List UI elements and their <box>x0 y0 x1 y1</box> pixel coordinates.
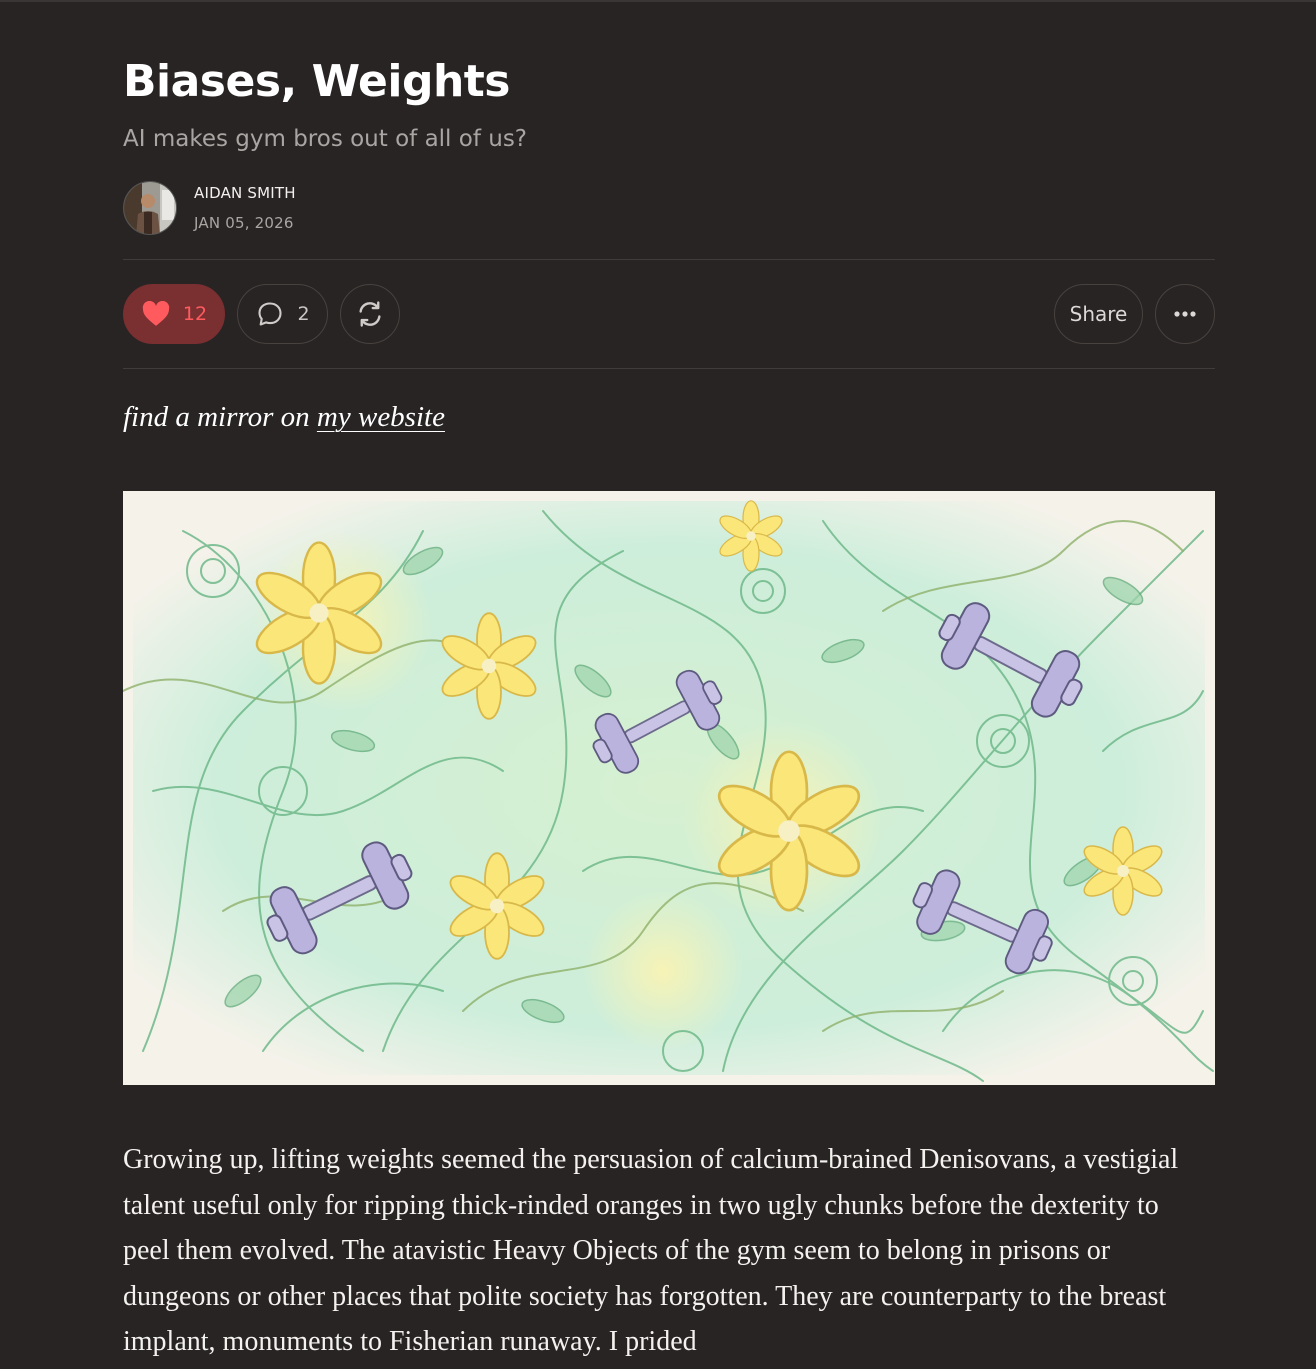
heart-icon <box>142 301 170 326</box>
comment-count: 2 <box>297 303 310 325</box>
post-subtitle: AI makes gym bros out of all of us? <box>123 126 528 152</box>
like-count: 12 <box>182 303 208 325</box>
body-paragraph: Growing up, lifting weights seemed the p… <box>123 1144 1179 1357</box>
website-link[interactable]: my website <box>317 401 445 433</box>
post-page: Biases, Weights AI makes gym bros out of… <box>123 2 1215 1365</box>
mirror-prefix: find a mirror on <box>123 401 317 433</box>
post-title: Biases, Weights <box>123 56 511 107</box>
divider <box>123 368 1215 369</box>
more-options-button[interactable] <box>1155 284 1215 344</box>
avatar-image <box>124 182 176 234</box>
post-date: JAN 05, 2026 <box>194 214 294 232</box>
byline: AIDAN SMITH JAN 05, 2026 <box>123 178 1215 238</box>
hero-image[interactable] <box>123 491 1215 1085</box>
more-icon <box>1174 311 1196 317</box>
like-button[interactable]: 12 <box>123 284 225 344</box>
share-button[interactable]: Share <box>1054 284 1143 344</box>
restack-icon <box>359 301 381 327</box>
post-actions: 12 2 Share <box>123 260 1215 368</box>
mirror-note: find a mirror on my website <box>123 397 1215 437</box>
author-avatar[interactable] <box>123 181 177 235</box>
comment-button[interactable]: 2 <box>237 284 328 344</box>
author-name[interactable]: AIDAN SMITH <box>194 183 296 203</box>
vines-dumbbells-illustration <box>123 491 1215 1085</box>
restack-button[interactable] <box>340 284 400 344</box>
comment-icon <box>258 302 283 326</box>
